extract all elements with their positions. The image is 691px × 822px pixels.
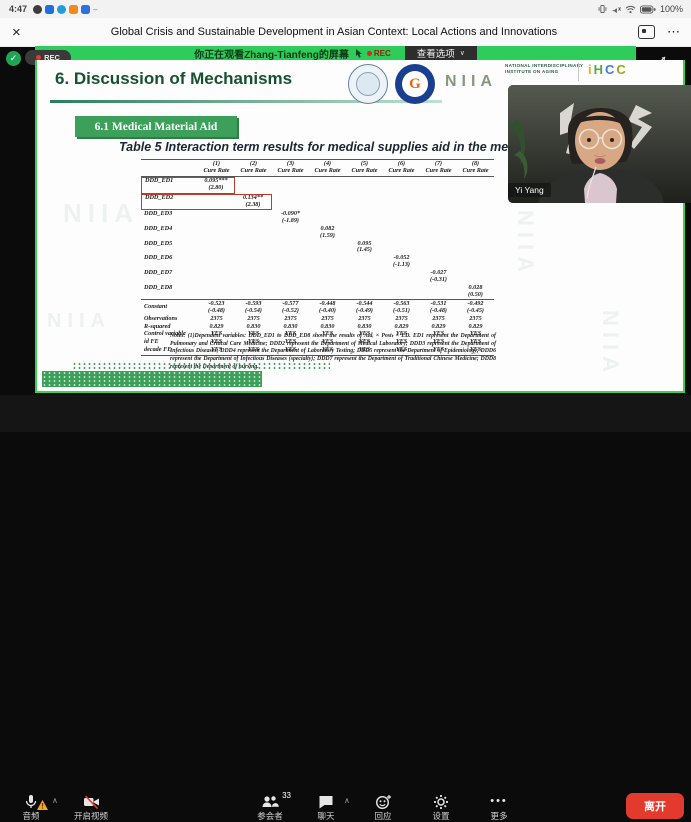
recording-indicator: REC [367,49,391,58]
settings-button[interactable]: 设置 [412,794,470,822]
audio-route-icon[interactable] [638,25,655,39]
notification-app-icon [57,5,66,14]
institute-name: NATIONAL INTERDISCIPLINARYINSTITUTE ON A… [505,63,583,75]
niia-logo: NIIA [445,73,497,91]
clock: 4:47 [9,4,27,14]
close-icon[interactable]: × [12,25,30,40]
reaction-smiley-icon [375,794,392,810]
view-options-button[interactable]: 查看选项 ∨ [405,46,477,60]
battery-percent: 100% [660,4,683,14]
battery-icon [640,5,656,14]
university-emblem-logo: G [395,64,435,104]
start-video-button[interactable]: 开启视频 [62,794,120,822]
slide-section-title: 6. Discussion of Mechanisms [55,69,292,89]
reactions-button[interactable]: 回应 [354,794,412,822]
green-dot-bar-decoration [42,371,262,387]
dot-decoration [72,362,330,370]
regression-table: (1)(2)(3)(4)(5)(6)(7)(8)Cure RateCure Ra… [141,159,494,356]
watching-label: 你正在观看Zhang-Tianfeng的屏幕 [194,46,349,61]
watermark: NIIA [597,310,623,378]
notification-app-icon [69,5,78,14]
table-title: Table 5 Interaction term results for med… [119,140,523,154]
notification-app-icon [81,5,90,14]
table-row: DDD_ED40.082(1.59) [141,225,494,240]
notification-overflow-icon: – [93,5,97,14]
screen-share-banner: 你正在观看Zhang-Tianfeng的屏幕 REC 查看选项 ∨ [35,46,636,60]
watermark: NIIA [512,210,538,278]
pointer-icon [355,49,363,58]
notification-app-icon [45,5,54,14]
table-row: DDD_ED50.095(1.45) [141,240,494,255]
table-row: DDD_ED10.095***(2.80) [141,177,494,194]
table-row: DDD_ED80.028(0.50) [141,285,494,300]
mute-icon [611,4,621,14]
table-row: DDD_ED6-0.052(-1.13) [141,255,494,270]
table-row: Constant-0.523(-0.48)-0.593(-0.54)-0.577… [141,299,494,315]
participants-count-badge: 33 [282,791,291,800]
leave-meeting-button[interactable]: 离开 [626,793,684,819]
participants-button[interactable]: 33 参会者 [241,794,299,822]
participants-icon [261,794,279,809]
ihcc-logo: iHCC [588,62,628,77]
more-options-icon[interactable]: ⋯ [667,24,681,40]
participant-video-tile[interactable]: Yi Yang [508,85,691,203]
watermark: NIIA [63,198,139,229]
vibrate-icon [598,4,607,14]
wifi-icon [625,5,636,14]
slide-subsection-badge: 6.1 Medical Material Aid [75,116,237,137]
table-row: DDD_ED20.134**(2.38) [141,194,494,211]
chevron-down-icon: ∨ [460,49,465,57]
university-seal-logo [348,64,388,104]
table-row: DDD_ED7-0.027(-0.31) [141,270,494,285]
notification-icons: – [33,5,97,14]
gear-icon [433,794,449,810]
chat-options-caret[interactable]: ∧ [344,796,350,805]
ellipsis-icon: ••• [490,794,508,809]
participant-name-label: Yi Yang [508,183,551,197]
logo-divider [578,63,579,81]
status-bar: 4:47 – 100% [0,0,691,18]
audio-options-caret[interactable]: ∧ [52,796,58,805]
notification-app-icon [33,5,42,14]
title-underline [50,100,442,103]
meeting-title-bar: × Global Crisis and Sustainable Developm… [0,18,691,47]
watermark: NIIA [47,310,111,333]
security-check-icon: ✓ [6,51,21,66]
audio-warning-icon [37,800,48,810]
more-button[interactable]: ••• 更多 [470,794,528,822]
meeting-title: Global Crisis and Sustainable Developmen… [30,26,638,38]
table-row: DDD_ED3-0.090*(-1.89) [141,210,494,225]
chat-bubble-icon [318,794,334,809]
camera-off-icon [83,794,100,810]
table-row: Observations2375237523752375237523752375… [141,315,494,323]
rec-dot-icon [367,51,372,56]
meeting-toolbar: 音频 ∧ 开启视频 33 参会者 [0,395,691,432]
